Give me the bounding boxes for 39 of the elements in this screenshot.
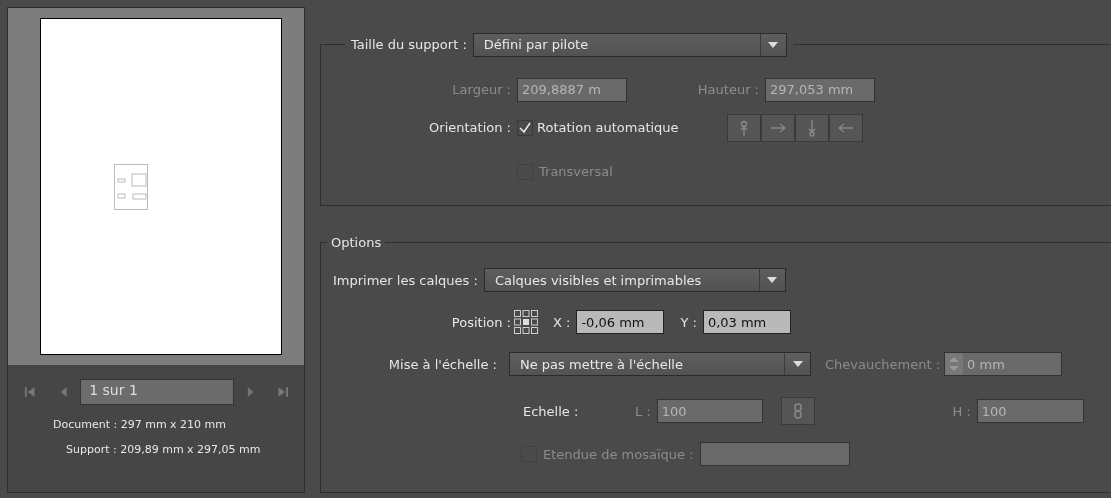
link-icon	[792, 403, 803, 420]
overlap-label: Chevauchement :	[824, 355, 942, 374]
reference-point-icon[interactable]	[513, 309, 539, 336]
orientation-button[interactable]	[829, 114, 863, 142]
media-size-label: Taille du support :	[351, 36, 467, 55]
layers-label: Imprimer les calques :	[333, 271, 479, 290]
orientation-button[interactable]	[761, 114, 795, 142]
height-label: Hauteur :	[696, 81, 760, 100]
width-scale-label: L :	[635, 402, 652, 421]
height-scale-label: H :	[951, 402, 972, 421]
position-label: Position :	[450, 313, 512, 332]
page-field[interactable]: 1 sur 1	[80, 379, 234, 405]
orientation-button[interactable]	[795, 114, 829, 142]
checkbox[interactable]	[517, 120, 533, 136]
scaling-label: Mise à l'échelle :	[387, 355, 498, 374]
layers-dropdown[interactable]: Calques visibles et imprimables	[483, 268, 786, 293]
scaling-dropdown[interactable]: Ne pas mettre à l'échelle	[509, 352, 811, 377]
tile-range-field[interactable]	[699, 442, 850, 467]
x-field[interactable]: -0,06 mm	[576, 310, 665, 335]
caret-icon	[768, 42, 779, 48]
link-button[interactable]	[780, 397, 815, 426]
y-label: Y :	[679, 313, 698, 332]
transverse-label: Transversal	[538, 163, 613, 182]
x-label: X :	[552, 313, 572, 332]
height-scale-field[interactable]: 100	[976, 399, 1084, 424]
scale-label: Echelle :	[523, 402, 580, 421]
document-size-text: Document : 297 mm x 210 mm	[52, 417, 228, 433]
y-field[interactable]: 0,03 mm	[702, 310, 791, 335]
tile-range-label: Etendue de mosaïque :	[542, 445, 695, 464]
caret-icon	[792, 361, 803, 368]
height-field[interactable]: 297,053 mm	[765, 78, 875, 102]
width-label: Largeur :	[451, 81, 512, 100]
media-size-text: Support : 209,89 mm x 297,05 mm	[65, 441, 262, 458]
layout-icon	[113, 162, 149, 211]
orientation-label: Orientation :	[428, 119, 512, 138]
media-size-dropdown[interactable]: Défini par pilote	[472, 33, 787, 57]
caret-icon	[767, 277, 778, 284]
options-legend: Options	[331, 233, 382, 253]
auto-rotate-label: Rotation automatique	[536, 119, 680, 138]
